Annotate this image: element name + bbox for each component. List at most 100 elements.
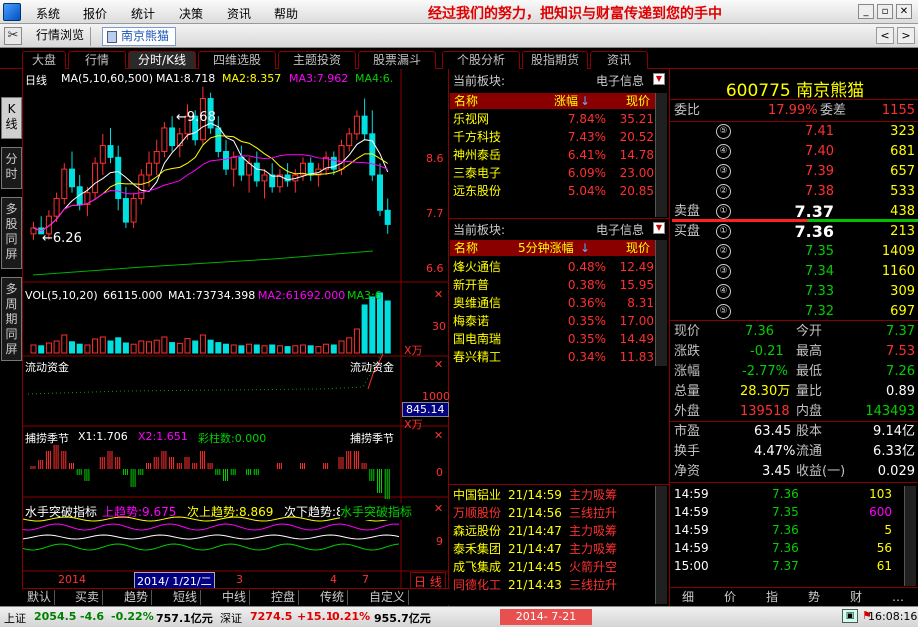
tab-short-term[interactable]: 短线 bbox=[170, 590, 202, 605]
water-close-icon[interactable]: ✕ bbox=[434, 502, 443, 515]
tab-market[interactable]: 大盘 bbox=[22, 51, 66, 69]
list-item[interactable]: 三泰电子 6.09% 23.00 bbox=[450, 164, 668, 182]
menu-system[interactable]: 系统 bbox=[36, 5, 60, 22]
tab-stock-funnel[interactable]: 股票漏斗 bbox=[358, 51, 436, 69]
bid-row-1[interactable]: 买盘 ① 7.36 213 bbox=[672, 222, 918, 241]
menu-help[interactable]: 帮助 bbox=[274, 5, 298, 22]
bid-row-3[interactable]: ③ 7.34 1160 bbox=[672, 262, 918, 281]
board2-scrollbar[interactable] bbox=[655, 240, 667, 366]
close-button[interactable]: ✕ bbox=[896, 4, 912, 19]
tab-traditional[interactable]: 传统 bbox=[317, 590, 349, 605]
list-item[interactable]: 奥维通信 0.36% 8.31 bbox=[450, 294, 668, 312]
ticks-scrollbar[interactable] bbox=[904, 486, 916, 586]
bid-row-5[interactable]: ⑤ 7.32 697 bbox=[672, 302, 918, 321]
list-item[interactable]: 神州泰岳 6.41% 14.78 bbox=[450, 146, 668, 164]
tab-momentum[interactable]: 势 bbox=[802, 589, 826, 605]
tab-mid-term[interactable]: 中线 bbox=[219, 590, 251, 605]
tab-stock-analysis[interactable]: 个股分析 bbox=[442, 51, 520, 69]
tab-trend[interactable]: 趋势 bbox=[121, 590, 153, 605]
board1-select[interactable]: 电子信息 bbox=[596, 72, 644, 89]
tab-default[interactable]: 默认 bbox=[24, 590, 56, 605]
menu-decision[interactable]: 决策 bbox=[179, 5, 203, 22]
board2-select[interactable]: 电子信息 bbox=[596, 221, 644, 238]
events-scrollbar[interactable] bbox=[655, 486, 667, 604]
volume-bar bbox=[76, 343, 83, 354]
ask-row-5[interactable]: ⑤ 7.41 323 bbox=[672, 122, 918, 141]
tab-detail[interactable]: 细 bbox=[676, 589, 700, 605]
list-item[interactable]: 远东股份 5.04% 20.85 bbox=[450, 182, 668, 200]
ask-row-2[interactable]: ② 7.38 533 bbox=[672, 182, 918, 201]
menu-quotes[interactable]: 报价 bbox=[83, 5, 107, 22]
minimize-button[interactable]: _ bbox=[858, 4, 874, 19]
flow-close-icon[interactable]: ✕ bbox=[434, 358, 443, 371]
event-row[interactable]: 万顺股份 21/14:56 三线拉升 bbox=[450, 504, 668, 522]
vol-ma2: MA2:61692.000 bbox=[258, 289, 346, 302]
tab-stock-picker[interactable]: 四维选股 bbox=[198, 51, 276, 69]
volume-bar bbox=[69, 341, 75, 354]
side-tab-multi-stock[interactable]: 多股同屏 bbox=[1, 197, 22, 269]
side-tab-timeshare[interactable]: 分时 bbox=[1, 147, 22, 189]
event-row[interactable]: 泰禾集团 21/14:47 主力吸筹 bbox=[450, 540, 668, 558]
status-date: 2014- 7-21 bbox=[500, 609, 592, 625]
tab-quotes[interactable]: 行情 bbox=[68, 51, 126, 69]
event-row[interactable]: 中国铝业 21/14:59 主力吸筹 bbox=[450, 486, 668, 504]
candle bbox=[153, 150, 160, 164]
bid-row-4[interactable]: ④ 7.33 309 bbox=[672, 282, 918, 301]
tab-news[interactable]: 资讯 bbox=[590, 51, 648, 69]
menu-stats[interactable]: 统计 bbox=[131, 5, 155, 22]
stat-row: 换手 4.47% 流通 6.33亿 bbox=[674, 444, 915, 459]
season-close-icon[interactable]: ✕ bbox=[434, 429, 443, 442]
event-row[interactable]: 森远股份 21/14:47 主力吸筹 bbox=[450, 522, 668, 540]
tab-index-futures[interactable]: 股指期货 bbox=[522, 51, 588, 69]
tab-buy-sell[interactable]: 买卖 bbox=[72, 590, 104, 605]
tab-theme-invest[interactable]: 主题投资 bbox=[278, 51, 356, 69]
forward-button[interactable]: > bbox=[897, 27, 915, 44]
event-row[interactable]: 同德化工 21/14:43 三线拉升 bbox=[450, 576, 668, 594]
menu-info[interactable]: 资讯 bbox=[227, 5, 251, 22]
board2-col-change5m[interactable]: 5分钟涨幅 bbox=[518, 240, 574, 256]
tab-finance[interactable]: 财 bbox=[844, 589, 868, 605]
list-item[interactable]: 烽火通信 0.48% 12.49 bbox=[450, 258, 668, 276]
list-item[interactable]: 乐视网 7.84% 35.21 bbox=[450, 110, 668, 128]
board1-scrollbar[interactable] bbox=[655, 93, 667, 217]
side-tab-multi-period[interactable]: 多周期同屏 bbox=[1, 277, 22, 361]
stat-row: 市盈 63.45 股本 9.14亿 bbox=[674, 424, 915, 439]
board1-col-change[interactable]: 涨幅 bbox=[554, 93, 578, 109]
list-item[interactable]: 春兴精工 0.34% 11.83 bbox=[450, 348, 668, 366]
volume-bar bbox=[300, 344, 306, 354]
vol-close-icon[interactable]: ✕ bbox=[434, 288, 443, 301]
season-x1: X1:1.706 bbox=[78, 430, 128, 443]
list-item[interactable]: 新开普 0.38% 15.95 bbox=[450, 276, 668, 294]
sh-index-change: -4.6 bbox=[80, 610, 105, 623]
candle bbox=[230, 156, 237, 170]
network-icon[interactable]: ▣ bbox=[842, 609, 858, 623]
tab-control[interactable]: 控盘 bbox=[268, 590, 300, 605]
date-start: 2014 bbox=[58, 573, 86, 586]
ma4-value: MA4:6. bbox=[355, 72, 394, 85]
list-item[interactable]: 梅泰诺 0.35% 17.00 bbox=[450, 312, 668, 330]
list-item[interactable]: 国电南瑞 0.35% 14.49 bbox=[450, 330, 668, 348]
event-row[interactable]: 成飞集成 21/14:45 火箭升空 bbox=[450, 558, 668, 576]
ask-row-3[interactable]: ③ 7.39 657 bbox=[672, 162, 918, 181]
board2-dropdown-icon[interactable]: ▼ bbox=[653, 222, 665, 234]
tools-icon[interactable]: ✂ bbox=[4, 27, 22, 45]
board1-columns: 名称 涨幅 ↓ 现价 bbox=[450, 93, 662, 109]
restore-button[interactable]: ▫ bbox=[877, 4, 893, 19]
tab-price[interactable]: 价 bbox=[718, 589, 742, 605]
tab-market-browse[interactable]: 行情浏览 bbox=[30, 27, 92, 46]
tab-stock-nanjing-panda[interactable]: 南京熊猫 bbox=[102, 27, 177, 46]
board1-dropdown-icon[interactable]: ▼ bbox=[653, 73, 665, 85]
more-icon[interactable]: … bbox=[886, 589, 910, 605]
tab-custom[interactable]: 自定义 bbox=[366, 590, 410, 605]
list-item[interactable]: 千方科技 7.43% 20.52 bbox=[450, 128, 668, 146]
ask-row-4[interactable]: ④ 7.40 681 bbox=[672, 142, 918, 161]
tab-index[interactable]: 指 bbox=[760, 589, 784, 605]
season-bars-count: 彩柱数:0.000 bbox=[198, 432, 267, 445]
back-button[interactable]: < bbox=[876, 27, 894, 44]
bid-row-2[interactable]: ② 7.35 1409 bbox=[672, 242, 918, 261]
high-price-label: ←9.68 bbox=[176, 110, 216, 125]
side-tab-kline[interactable]: K线 bbox=[1, 97, 22, 139]
candle bbox=[377, 174, 383, 211]
tab-kline[interactable]: 分时/K线 bbox=[128, 51, 196, 69]
board1-name: 电子信息 bbox=[596, 74, 645, 88]
